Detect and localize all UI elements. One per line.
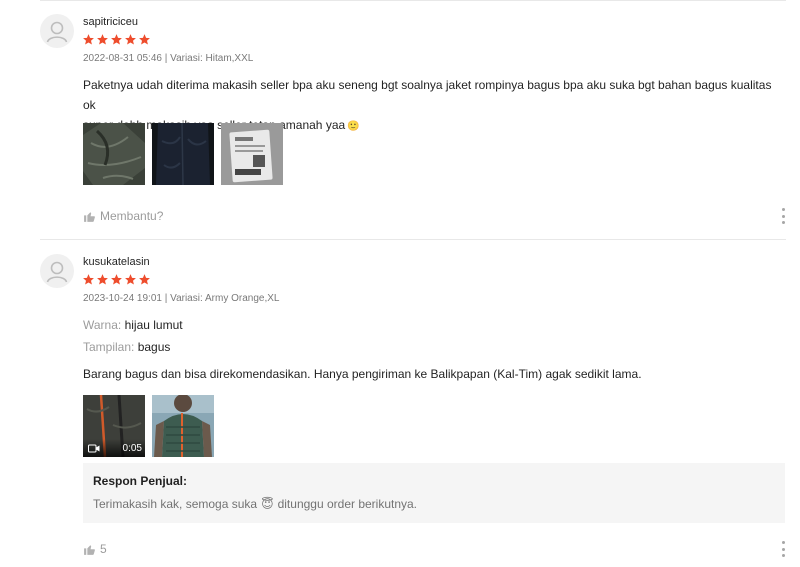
variant-prefix: Variasi: [170, 53, 203, 64]
review-date: 2023-10-24 19:01 [83, 293, 162, 304]
star-icon [125, 274, 136, 285]
variant-value: Hitam,XXL [205, 53, 254, 64]
seller-response-title: Respon Penjual: [93, 474, 188, 488]
more-vertical-icon[interactable] [780, 541, 786, 557]
attribute-label: Warna: [83, 318, 122, 332]
variant-prefix: Variasi: [170, 293, 203, 304]
avatar[interactable] [40, 254, 74, 288]
review-item: sapitriciceu 2022-08-31 05:46 | Variasi:… [0, 0, 800, 240]
user-avatar-icon [46, 261, 68, 283]
more-vertical-icon[interactable] [780, 208, 786, 224]
star-icon [97, 274, 108, 285]
seller-response-text: Terimakasih kak, semoga suka 😇 ditunggu … [93, 497, 418, 511]
attribute-value: hijau lumut [124, 318, 183, 332]
review-item: kusukatelasin 2023-10-24 19:01 | Variasi… [0, 240, 800, 567]
star-icon [139, 34, 150, 45]
review-date: 2022-08-31 05:46 [83, 53, 162, 64]
review-meta: 2022-08-31 05:46 | Variasi: Hitam,XXL [83, 53, 254, 64]
star-icon [97, 34, 108, 45]
star-icon [83, 34, 94, 45]
review-comment: Barang bagus dan bisa direkomendasikan. … [83, 367, 642, 381]
smile-emoji-icon: 🙂 [347, 121, 360, 132]
review-photo[interactable] [152, 395, 214, 457]
variant-value: Army Orange,XL [204, 293, 280, 304]
thumbs-up-icon [84, 211, 95, 222]
star-rating [82, 33, 151, 46]
user-avatar-icon [46, 21, 68, 43]
comment-line: Paketnya udah diterima makasih seller bp… [83, 78, 772, 112]
star-icon [139, 274, 150, 285]
seller-response: Respon Penjual: Terimakasih kak, semoga … [83, 463, 785, 523]
reviewer-name: sapitriciceu [83, 16, 139, 28]
video-duration: 0:05 [122, 442, 142, 454]
halo-emoji-icon: 😇 [261, 497, 274, 511]
reviewer-name: kusukatelasin [83, 256, 150, 268]
star-icon [83, 274, 94, 285]
attribute-row: Tampilan: bagus [83, 340, 170, 354]
star-icon [125, 34, 136, 45]
review-meta: 2023-10-24 19:01 | Variasi: Army Orange,… [83, 293, 280, 304]
like-button[interactable]: 5 [83, 542, 107, 556]
helpful-label: Membantu? [100, 209, 164, 223]
like-count: 5 [100, 542, 107, 556]
attribute-label: Tampilan: [83, 340, 135, 354]
helpful-button[interactable]: Membantu? [83, 209, 163, 223]
star-icon [111, 34, 122, 45]
avatar[interactable] [40, 14, 74, 48]
review-photo[interactable] [221, 123, 283, 185]
video-camera-icon [88, 444, 100, 452]
attribute-value: bagus [137, 340, 171, 354]
thumbs-up-icon [84, 544, 95, 555]
star-icon [111, 274, 122, 285]
star-rating [82, 273, 151, 286]
review-photo[interactable] [152, 123, 214, 185]
attribute-row: Warna: hijau lumut [83, 318, 183, 332]
review-video[interactable]: 0:05 [83, 395, 145, 457]
video-overlay: 0:05 [83, 439, 145, 457]
review-photo[interactable] [83, 123, 145, 185]
